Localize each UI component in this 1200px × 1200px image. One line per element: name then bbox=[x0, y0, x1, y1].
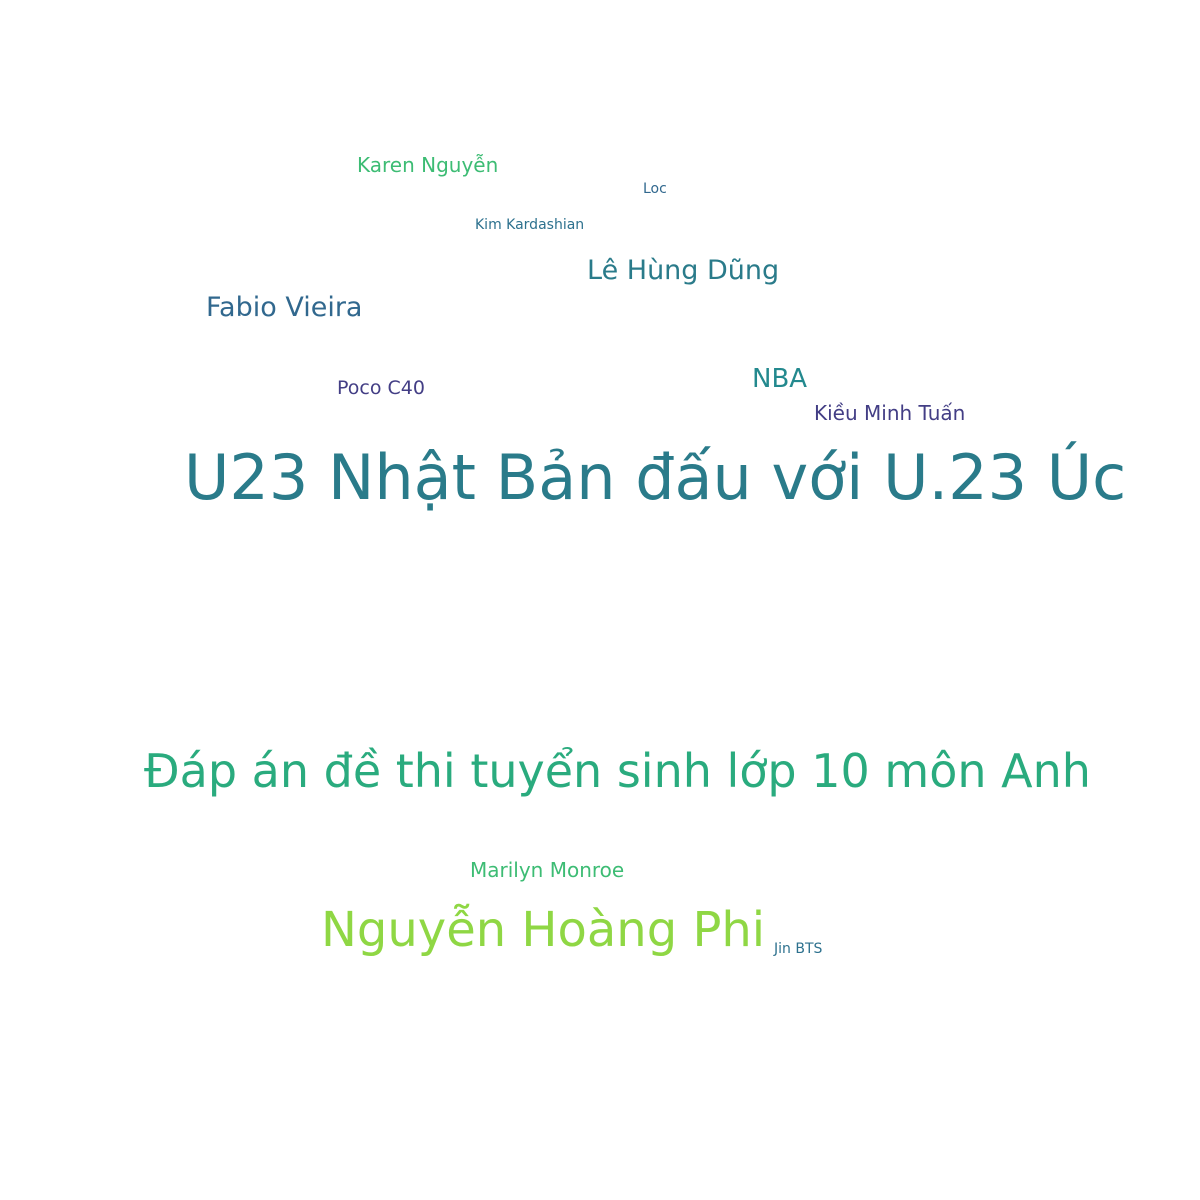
word-fabio-vieira: Fabio Vieira bbox=[206, 292, 363, 323]
word-nguyen-hoang-phi: Nguyễn Hoàng Phi bbox=[321, 902, 766, 958]
word-kieu-minh-tuan: Kiều Minh Tuấn bbox=[814, 401, 966, 425]
word-u23-nhat-ban-dau-voi-u23-uc: U23 Nhật Bản đấu với U.23 Úc bbox=[184, 441, 1127, 514]
word-kim-kardashian: Kim Kardashian bbox=[475, 217, 585, 233]
word-dap-an-de-thi-tuyen-sinh: Đáp án đề thi tuyển sinh lớp 10 môn Anh bbox=[144, 744, 1091, 798]
word-le-hung-dung: Lê Hùng Dũng bbox=[587, 255, 780, 286]
word-nba: NBA bbox=[752, 364, 808, 394]
word-karen-nguyen: Karen Nguyễn bbox=[357, 153, 499, 177]
word-loc: Loc bbox=[643, 181, 667, 197]
word-cloud: U23 Nhật Bản đấu với U.23 Úc Đáp án đề t… bbox=[0, 0, 1200, 1200]
word-marilyn-monroe: Marilyn Monroe bbox=[470, 858, 625, 882]
word-poco-c40: Poco C40 bbox=[337, 377, 425, 399]
word-jin-bts: Jin BTS bbox=[774, 941, 823, 957]
